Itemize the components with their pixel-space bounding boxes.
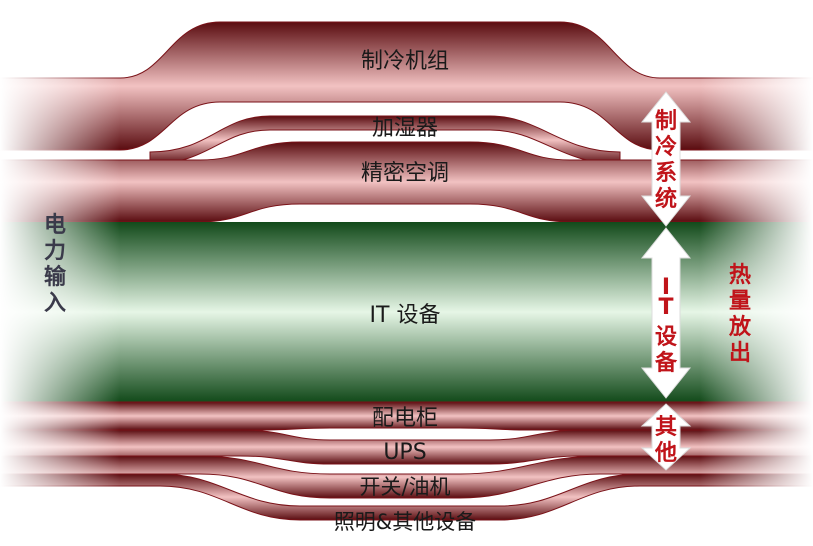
svg-text:系: 系: [655, 161, 677, 186]
svg-text:力: 力: [44, 239, 66, 264]
label-switch-generator: 开关/油机: [359, 475, 450, 499]
energy-flow-diagram: 制冷机组 加湿器 精密空调 IT 设备 配电柜 UPS 开关/油机 照明&其他设…: [0, 0, 813, 546]
svg-text:电: 电: [44, 213, 66, 238]
svg-text:制: 制: [655, 109, 677, 134]
svg-text:其: 其: [655, 415, 677, 440]
svg-text:设: 设: [655, 325, 677, 350]
svg-text:输: 输: [44, 264, 67, 290]
svg-text:热: 热: [729, 262, 751, 288]
label-precision-ac: 精密空调: [361, 161, 449, 186]
svg-text:备: 备: [654, 350, 678, 376]
svg-text:T: T: [658, 295, 673, 320]
label-lighting-other: 照明&其他设备: [334, 510, 476, 534]
svg-text:统: 统: [655, 186, 677, 212]
right-fade: [700, 0, 813, 546]
svg-text:放: 放: [728, 314, 752, 340]
svg-text:他: 他: [654, 441, 677, 466]
label-humidifier: 加湿器: [372, 116, 438, 141]
svg-text:出: 出: [729, 341, 751, 366]
svg-text:冷: 冷: [655, 134, 677, 160]
label-it-equipment: IT 设备: [370, 303, 441, 328]
input-label: 电 力 输 入: [44, 213, 67, 316]
label-chiller: 制冷机组: [361, 49, 449, 74]
label-ups: UPS: [383, 440, 426, 465]
svg-text:入: 入: [44, 291, 66, 316]
label-switchgear: 配电柜: [372, 406, 438, 431]
svg-text:量: 量: [729, 289, 751, 314]
